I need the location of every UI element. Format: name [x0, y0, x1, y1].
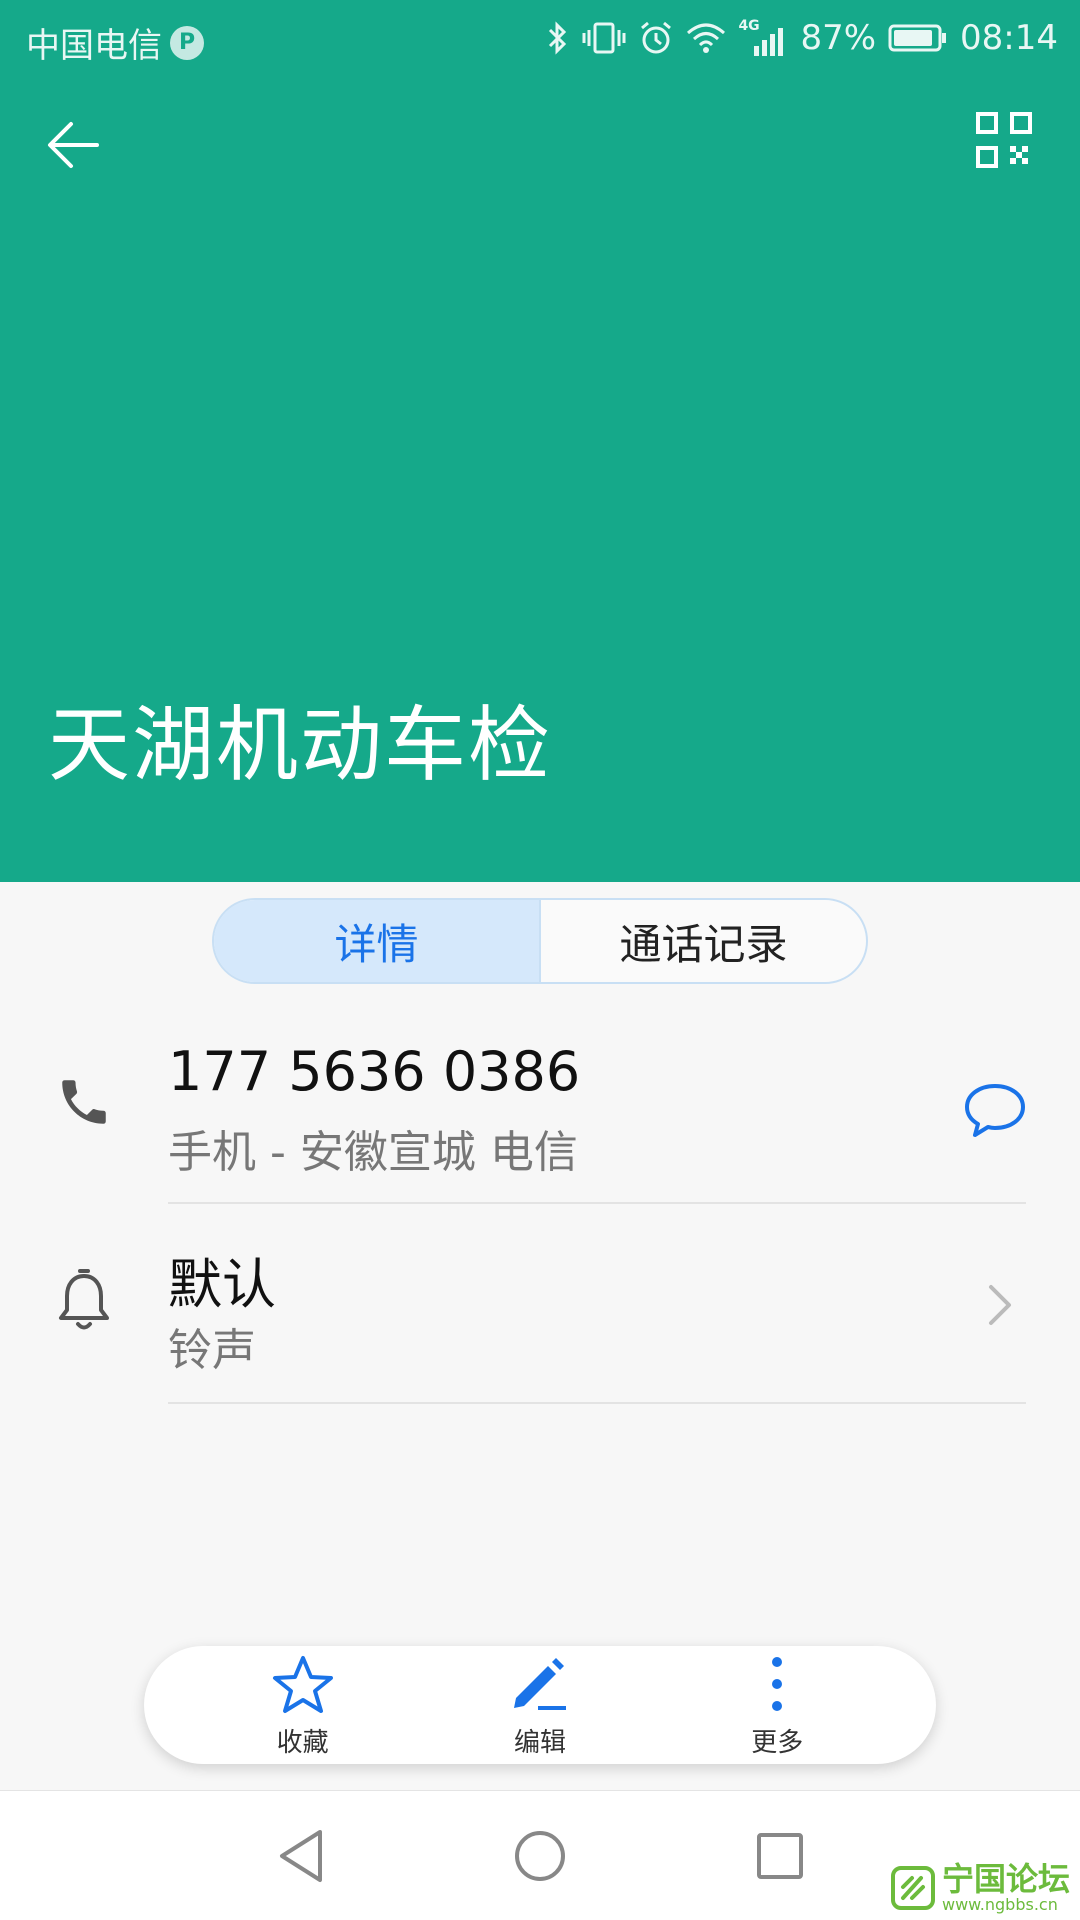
square-recents-icon: [757, 1833, 803, 1879]
nav-back-button[interactable]: [266, 1821, 336, 1891]
phone-row[interactable]: 177 5636 0386 手机 - 安徽宣城 电信: [0, 1018, 1080, 1204]
tab-details[interactable]: 详情: [214, 900, 541, 982]
circle-home-icon: [515, 1831, 565, 1881]
carrier: 中国电信 P: [26, 18, 204, 67]
message-icon: [965, 1084, 1025, 1137]
vibrate-icon: [582, 22, 626, 54]
phone-number: 177 5636 0386: [168, 1040, 581, 1103]
triangle-back-icon: [280, 1830, 322, 1882]
favorite-button[interactable]: 收藏: [223, 1652, 383, 1759]
battery-percent: 87%: [800, 18, 877, 58]
divider: [168, 1402, 1026, 1404]
forum-watermark: 宁国论坛 www.ngbbs.cn: [890, 1862, 1070, 1914]
alarm-icon: [641, 21, 672, 54]
bell-icon: [59, 1269, 109, 1330]
detail-tabs: 详情 通话记录: [212, 898, 868, 984]
carrier-name: 中国电信: [26, 26, 162, 66]
tab-call-log[interactable]: 通话记录: [541, 900, 866, 982]
qr-code-icon: [976, 112, 1032, 168]
carrier-badge: P: [170, 25, 204, 60]
battery-icon: [888, 24, 947, 52]
ringtone-label: 铃声: [168, 1325, 256, 1376]
more-button[interactable]: 更多: [697, 1652, 857, 1759]
arrow-left-icon: [48, 122, 99, 168]
send-message-button[interactable]: [962, 1078, 1028, 1144]
back-button[interactable]: [40, 112, 106, 178]
more-vert-icon: [767, 1652, 787, 1718]
ringtone-row[interactable]: 默认 铃声: [0, 1204, 1080, 1404]
nav-recents-button[interactable]: [745, 1821, 815, 1891]
watermark-name: 宁国论坛: [942, 1860, 1071, 1898]
signal-4g: 4G: [738, 18, 788, 58]
contact-header: 中国电信 P 4G 87% 08:14 天湖机动车检: [0, 0, 1080, 882]
bell-icon-wrap: [54, 1269, 114, 1330]
action-bar: 收藏 编辑 更多: [144, 1646, 936, 1764]
signal-icon: [754, 28, 784, 56]
watermark-logo-icon: [891, 1866, 935, 1910]
phone-icon-wrap: [54, 1072, 114, 1132]
nav-home-button[interactable]: [505, 1821, 575, 1891]
favorite-label: 收藏: [276, 1727, 329, 1758]
edit-button[interactable]: 编辑: [460, 1652, 620, 1759]
more-label: 更多: [751, 1727, 804, 1758]
edit-label: 编辑: [513, 1727, 566, 1758]
chevron-right-icon: [980, 1280, 1020, 1330]
watermark-url: www.ngbbs.cn: [942, 1895, 1058, 1914]
clock: 08:14: [960, 18, 1058, 58]
qr-code-button[interactable]: [976, 112, 1040, 176]
phone-icon: [62, 1080, 106, 1124]
status-icons: 4G 87% 08:14: [546, 14, 1058, 62]
phone-detail: 手机 - 安徽宣城 电信: [168, 1127, 578, 1178]
ringtone-value: 默认: [168, 1253, 276, 1316]
contact-name: 天湖机动车检: [48, 698, 553, 793]
pencil-icon: [508, 1652, 572, 1718]
bluetooth-icon: [549, 21, 567, 55]
wifi-icon: [687, 23, 726, 53]
star-icon: [271, 1652, 335, 1718]
status-bar: 中国电信 P 4G 87% 08:14: [0, 0, 1080, 76]
